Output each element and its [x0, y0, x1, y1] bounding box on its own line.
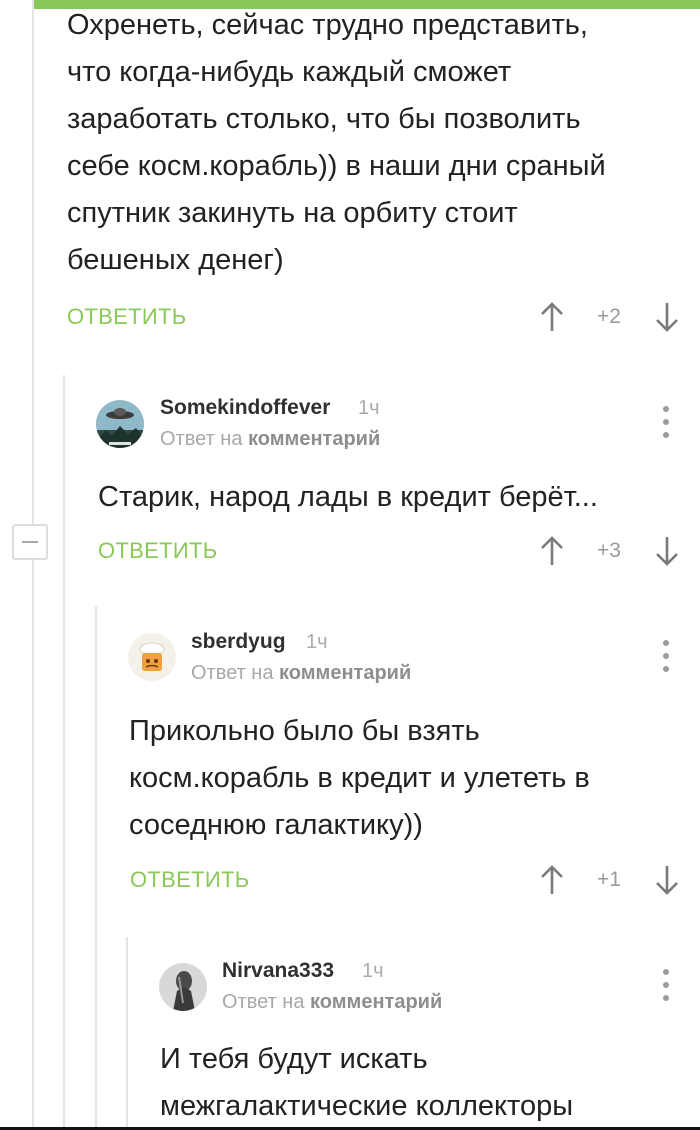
- comment-text: И тебя будут искать межгалактические кол…: [160, 1036, 573, 1130]
- arrow-up-icon[interactable]: [540, 536, 564, 566]
- comment-line: Прикольно было бы взять: [129, 715, 480, 747]
- username[interactable]: Somekindoffever: [160, 396, 330, 420]
- comment-line: И тебя будут искать: [160, 1043, 428, 1075]
- more-vertical-icon[interactable]: [661, 406, 671, 438]
- username[interactable]: Nirvana333: [222, 959, 334, 983]
- comment-line: соседнюю галактику)): [129, 809, 423, 841]
- rating-score: +1: [597, 868, 621, 891]
- comment-text: Старик, народ лады в кредит берёт...: [98, 474, 598, 521]
- reply-to-meta: Ответ на комментарий: [191, 662, 411, 685]
- avatar[interactable]: [159, 963, 207, 1011]
- collapse-thread-button[interactable]: [12, 524, 48, 560]
- reply-target-link[interactable]: комментарий: [310, 991, 442, 1013]
- comment-line: косм.корабль в кредит и улететь в: [129, 762, 590, 794]
- comment-line: Старик, народ лады в кредит берёт...: [98, 481, 598, 513]
- reply-prefix: Ответ на: [160, 428, 243, 450]
- reply-button[interactable]: ОТВЕТИТЬ: [67, 304, 186, 330]
- comment-line: бешеных денег): [67, 244, 284, 276]
- more-vertical-icon[interactable]: [661, 640, 671, 672]
- comment-line: заработать столько, что бы позволить: [67, 103, 581, 135]
- more-vertical-icon[interactable]: [661, 969, 671, 1001]
- comment-line: спутник закинуть на орбиту стоит: [67, 197, 518, 229]
- reply-button[interactable]: ОТВЕТИТЬ: [98, 538, 217, 564]
- strip-gap: [0, 0, 32, 12]
- comment-text: Прикольно было бы взять косм.корабль в к…: [129, 708, 590, 849]
- comment-time: 1ч: [358, 397, 380, 419]
- username[interactable]: sberdyug: [191, 630, 286, 654]
- reply-button[interactable]: ОТВЕТИТЬ: [130, 867, 249, 893]
- arrow-down-icon[interactable]: [655, 302, 679, 332]
- comment-line: межгалактические коллекторы: [160, 1090, 574, 1122]
- thread-line-level-4: [126, 937, 128, 1130]
- thread-line-level-2: [63, 375, 65, 1130]
- reply-to-meta: Ответ на комментарий: [222, 991, 442, 1014]
- arrow-up-icon[interactable]: [540, 865, 564, 895]
- comment-text: Охренеть, сейчас трудно представить, что…: [67, 2, 606, 284]
- avatar[interactable]: [128, 633, 176, 681]
- comment-line: что когда-нибудь каждый сможет: [67, 56, 512, 88]
- rating-score: +2: [597, 305, 621, 328]
- reply-prefix: Ответ на: [191, 662, 274, 684]
- arrow-down-icon[interactable]: [655, 536, 679, 566]
- thread-line-level-3: [95, 606, 97, 1130]
- rating-score: +3: [597, 539, 621, 562]
- avatar[interactable]: [96, 400, 144, 448]
- reply-to-meta: Ответ на комментарий: [160, 428, 380, 451]
- thread-line-level-1: [32, 0, 34, 1130]
- reply-prefix: Ответ на: [222, 991, 305, 1013]
- arrow-down-icon[interactable]: [655, 865, 679, 895]
- comment-time: 1ч: [362, 960, 384, 982]
- comment-line: себе косм.корабль)) в наши дни сраный: [67, 150, 606, 182]
- reply-target-link[interactable]: комментарий: [279, 662, 411, 684]
- arrow-up-icon[interactable]: [540, 302, 564, 332]
- reply-target-link[interactable]: комментарий: [248, 428, 380, 450]
- comment-time: 1ч: [306, 631, 328, 653]
- comment-line: Охренеть, сейчас трудно представить,: [67, 9, 588, 41]
